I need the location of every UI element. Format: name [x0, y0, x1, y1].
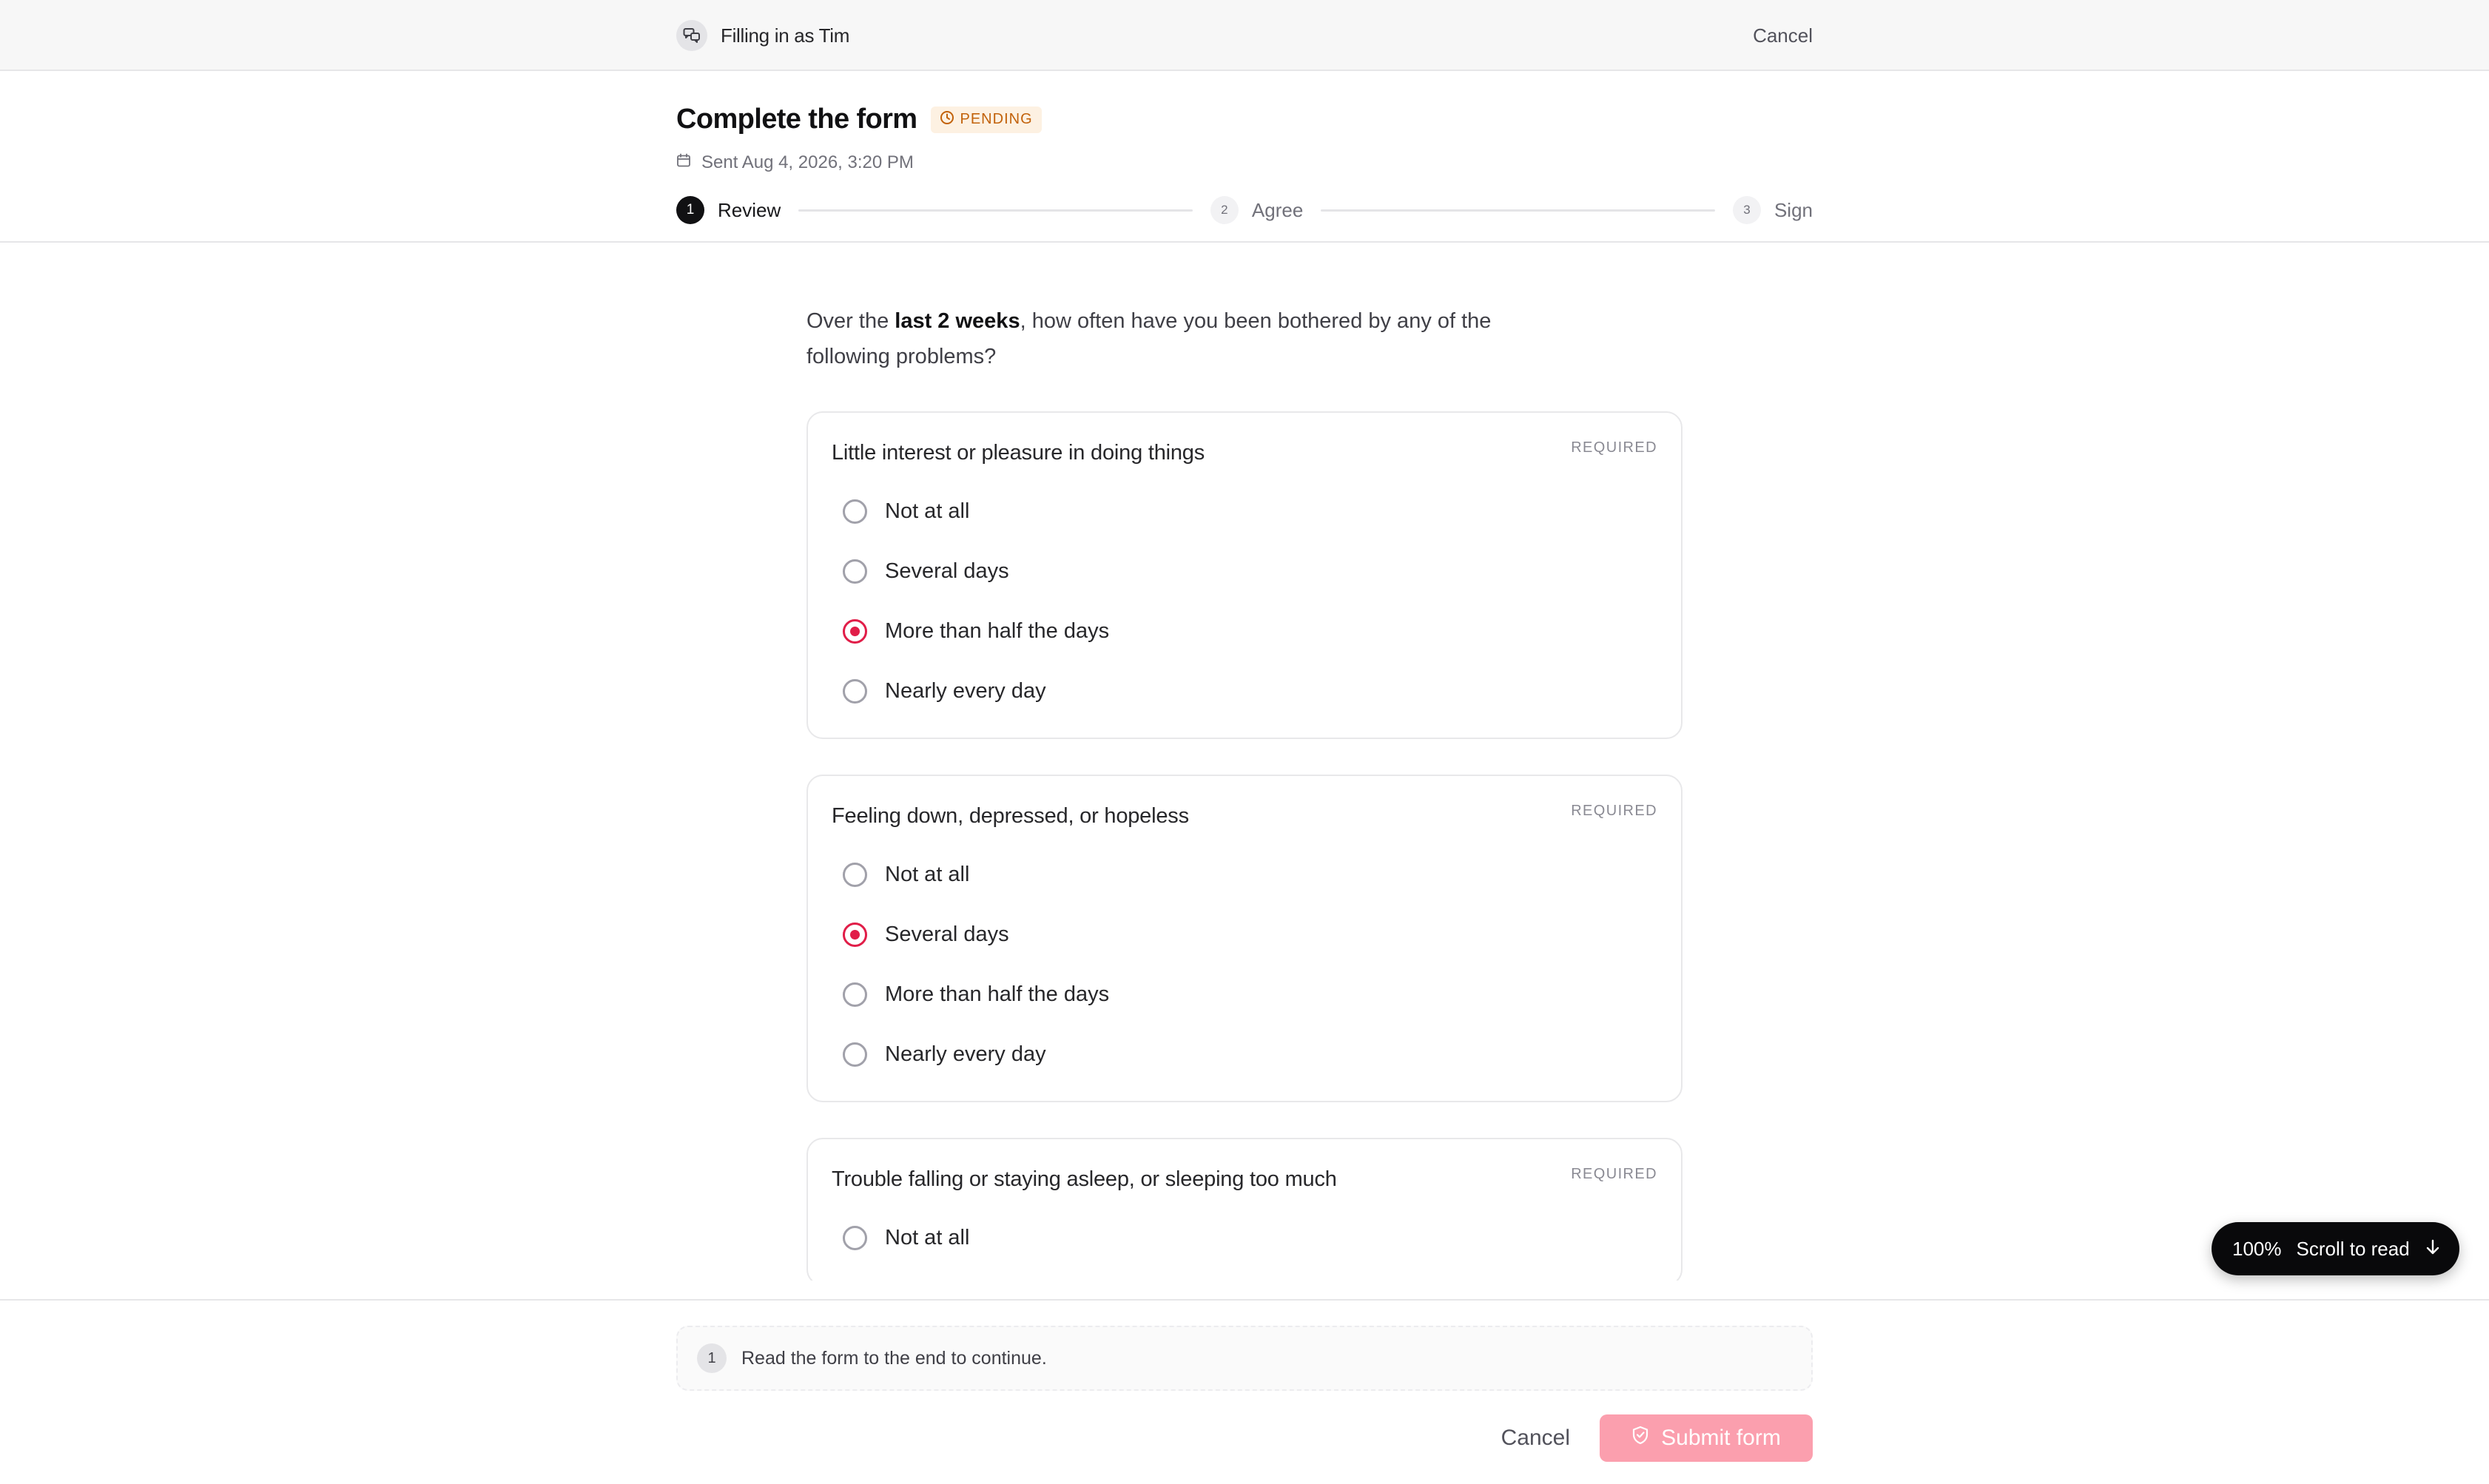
question-card: Little interest or pleasure in doing thi… [806, 411, 1683, 739]
page-title: Complete the form [676, 104, 917, 135]
cancel-button[interactable]: Cancel [1501, 1426, 1570, 1451]
radio-label: Not at all [885, 1226, 970, 1249]
required-label: REQUIRED [1571, 803, 1657, 819]
requirement-notice: 1 Read the form to the end to continue. [676, 1326, 1813, 1391]
radio-option[interactable]: Nearly every day [832, 661, 1657, 721]
chat-bubbles-icon [676, 20, 707, 51]
status-badge: PENDING [930, 106, 1042, 133]
notice-text: Read the form to the end to continue. [741, 1347, 1047, 1369]
form-intro-text: Over the last 2 weeks, how often have yo… [806, 303, 1517, 374]
sent-date-text: Sent Aug 4, 2026, 3:20 PM [701, 152, 914, 172]
step-number: 1 [676, 196, 704, 224]
form-footer: 1 Read the form to the end to continue. … [0, 1299, 2489, 1484]
step-review[interactable]: 1 Review [676, 196, 781, 224]
radio-option[interactable]: Not at all [832, 1208, 1657, 1268]
step-agree[interactable]: 2 Agree [1210, 196, 1303, 224]
scroll-percent: 100% [2232, 1237, 2282, 1260]
question-card: Trouble falling or staying asleep, or sl… [806, 1138, 1683, 1281]
radio-option[interactable]: Nearly every day [832, 1025, 1657, 1085]
form-content-scroll-area[interactable]: Over the last 2 weeks, how often have yo… [806, 243, 1683, 1281]
radio-label: Several days [885, 559, 1009, 583]
form-header: Complete the form PENDING Sent Aug 4, 20… [0, 71, 2489, 243]
clock-icon [940, 110, 954, 129]
question-card: Feeling down, depressed, or hopeless REQ… [806, 775, 1683, 1102]
calendar-icon [676, 152, 691, 173]
question-title: Feeling down, depressed, or hopeless [832, 804, 1189, 828]
notice-number: 1 [697, 1343, 727, 1373]
step-number: 3 [1732, 196, 1761, 224]
radio-option[interactable]: Several days [832, 542, 1657, 601]
submit-form-button[interactable]: Submit form [1600, 1414, 1813, 1462]
radio-option[interactable]: Several days [832, 905, 1657, 965]
arrow-down-icon [2425, 1238, 2441, 1260]
step-label: Review [718, 198, 781, 221]
scroll-to-read-button[interactable]: 100% Scroll to read [2212, 1222, 2459, 1275]
form-footer-inner: 1 Read the form to the end to continue. … [676, 1301, 1813, 1484]
radio-label: Not at all [885, 863, 970, 886]
title-row: Complete the form PENDING [676, 104, 1042, 135]
form-header-inner: Complete the form PENDING Sent Aug 4, 20… [676, 71, 1813, 243]
radio-button-selected[interactable] [843, 923, 867, 947]
radio-button[interactable] [843, 679, 867, 704]
required-label: REQUIRED [1571, 439, 1657, 456]
top-bar: Filling in as Tim Cancel [0, 0, 2489, 71]
intro-emphasis: last 2 weeks [895, 309, 1020, 333]
intro-prefix: Over the [806, 309, 895, 333]
radio-button[interactable] [843, 863, 867, 887]
radio-button[interactable] [843, 982, 867, 1007]
radio-button-selected[interactable] [843, 619, 867, 644]
top-cancel-link[interactable]: Cancel [1753, 24, 1813, 47]
step-label: Sign [1774, 198, 1813, 221]
radio-button[interactable] [843, 499, 867, 524]
sent-date-row: Sent Aug 4, 2026, 3:20 PM [676, 152, 914, 173]
radio-label: Several days [885, 923, 1009, 946]
step-connector [1321, 209, 1715, 212]
submit-form-label: Submit form [1661, 1426, 1781, 1450]
radio-button[interactable] [843, 1042, 867, 1067]
question-title: Little interest or pleasure in doing thi… [832, 441, 1205, 465]
step-sign[interactable]: 3 Sign [1732, 196, 1813, 224]
scroll-label: Scroll to read [2296, 1237, 2410, 1260]
radio-label: More than half the days [885, 619, 1110, 643]
radio-group: Not at all Several days More than half t… [832, 845, 1657, 1085]
radio-option[interactable]: More than half the days [832, 601, 1657, 661]
radio-group: Not at all Several days More than half t… [832, 482, 1657, 721]
required-label: REQUIRED [1571, 1166, 1657, 1182]
radio-option[interactable]: Not at all [832, 845, 1657, 905]
progress-stepper: 1 Review 2 Agree 3 Sign [676, 194, 1813, 226]
filling-as-text: Filling in as Tim [721, 24, 850, 47]
radio-button[interactable] [843, 559, 867, 584]
step-label: Agree [1251, 198, 1304, 221]
radio-option[interactable]: More than half the days [832, 965, 1657, 1025]
step-connector [798, 209, 1193, 212]
radio-label: Nearly every day [885, 1042, 1046, 1066]
footer-actions: Cancel Submit form [1501, 1414, 1813, 1462]
radio-option[interactable]: Not at all [832, 482, 1657, 542]
top-bar-inner: Filling in as Tim Cancel [676, 0, 1813, 71]
radio-label: Nearly every day [885, 679, 1046, 703]
radio-label: Not at all [885, 499, 970, 523]
radio-button[interactable] [843, 1226, 867, 1250]
step-number: 2 [1210, 196, 1239, 224]
question-title: Trouble falling or staying asleep, or sl… [832, 1167, 1337, 1191]
shield-check-icon [1631, 1426, 1649, 1451]
radio-label: More than half the days [885, 982, 1110, 1006]
status-badge-label: PENDING [960, 111, 1033, 127]
radio-group: Not at all [832, 1208, 1657, 1268]
filling-as-indicator: Filling in as Tim [676, 20, 849, 51]
